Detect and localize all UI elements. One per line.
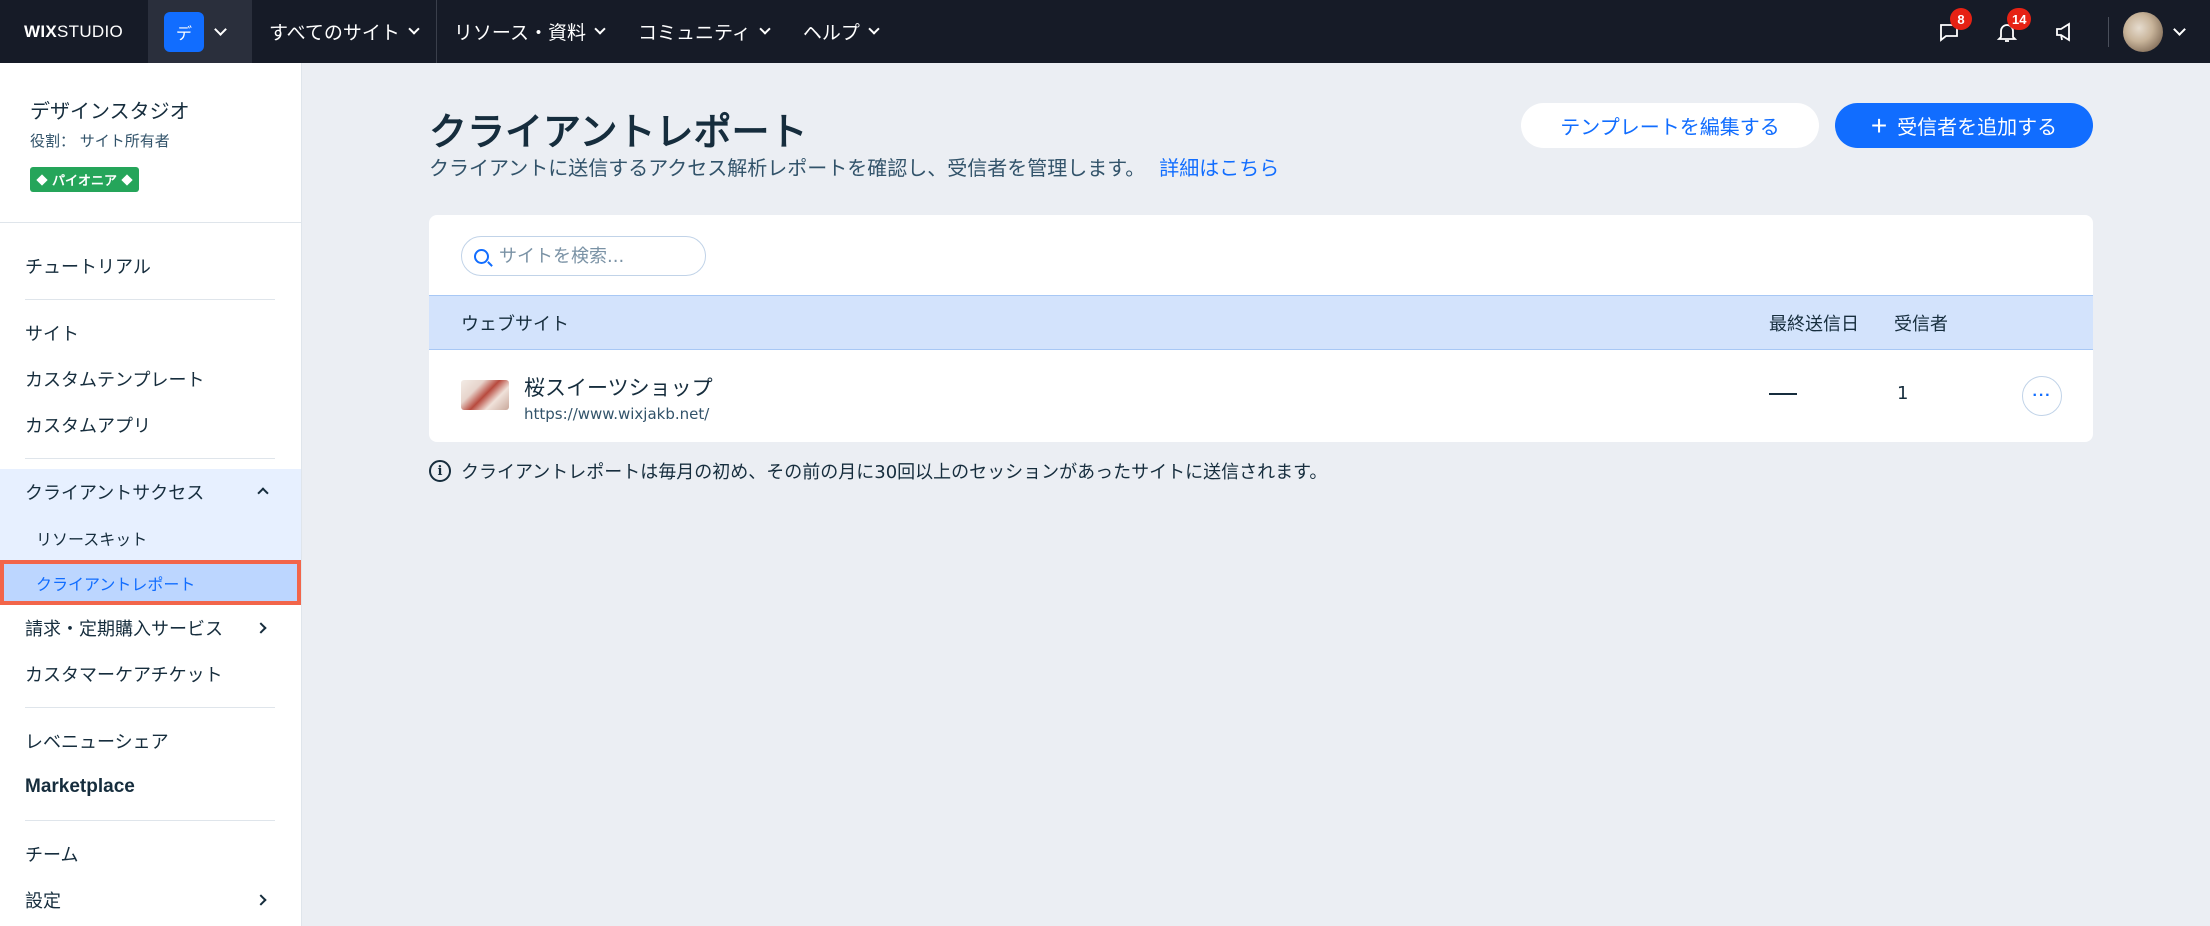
chevron-down-icon [594,23,606,35]
sidebar-item-revenue-share[interactable]: レベニューシェア [0,718,301,764]
sidebar-nav: チュートリアル サイト カスタムテンプレート カスタムアプリ クライアントサクセ… [0,223,301,923]
divider [2108,16,2109,47]
divider [25,820,275,821]
chevron-down-icon [214,22,227,36]
divider [25,707,275,708]
sidebar-item-tutorial[interactable]: チュートリアル [0,243,301,289]
diamond-icon [121,173,133,186]
sidebar-item-client-reports[interactable]: クライアントレポート [0,560,301,605]
nav-help[interactable]: ヘルプ [786,0,895,63]
sidebar-item-settings[interactable]: 設定 [0,877,301,923]
page-title: クライアントレポート [429,110,808,154]
search-input[interactable] [499,245,689,267]
diamond-icon [36,173,48,186]
nav-community[interactable]: コミュニティ [621,0,786,63]
add-recipient-button[interactable]: + 受信者を追加する [1835,103,2093,148]
column-header-last-sent[interactable]: 最終送信日 [1769,310,1859,336]
announcements-button[interactable] [2036,0,2094,63]
column-header-recipients: 受信者 [1894,313,1948,335]
chevron-up-icon [257,487,269,499]
nav-all-sites[interactable]: すべてのサイト [252,0,437,63]
site-thumbnail [461,380,509,410]
top-bar: WIXSTUDIO デ すべてのサイト リソース・資料 コミュニティ ヘルプ 8… [0,0,2210,63]
sidebar: デザインスタジオ 役割： サイト所有者 パイオニア チュートリアル サイト カス… [0,63,302,926]
info-icon: i [429,460,451,482]
last-sent-empty-dash [1769,393,1797,395]
chevron-right-icon [255,622,267,634]
table-header: ウェブサイト 最終送信日 受信者 [429,295,2093,350]
wix-studio-logo[interactable]: WIXSTUDIO [0,22,148,42]
site-name: 桜スイーツショップ [524,376,713,400]
workspace-header: デザインスタジオ 役割： サイト所有者 パイオニア [0,63,301,223]
plus-icon: + [1870,109,1888,141]
sidebar-item-billing[interactable]: 請求・定期購入サービス [0,605,301,651]
chevron-right-icon [255,894,267,906]
pioneer-badge: パイオニア [30,167,140,192]
messages-button[interactable]: 8 [1920,0,1978,63]
avatar [2123,11,2163,52]
top-nav: すべてのサイト リソース・資料 コミュニティ ヘルプ [252,0,895,63]
chevron-down-icon [408,23,420,35]
sidebar-item-custom-apps[interactable]: カスタムアプリ [0,402,301,448]
reports-table-card: ウェブサイト 最終送信日 受信者 桜スイーツショップ https://www.w… [429,215,2093,442]
top-right-actions: 8 14 [1920,0,2210,63]
sidebar-item-team[interactable]: チーム [0,831,301,877]
column-header-website: ウェブサイト [461,313,569,335]
learn-more-link[interactable]: 詳細はこちら [1159,156,1279,180]
recipient-count: 1 [1897,383,1909,404]
edit-template-button[interactable]: テンプレートを編集する [1521,103,1819,148]
nav-resources[interactable]: リソース・資料 [437,0,621,63]
sidebar-item-resource-kit[interactable]: リソースキット [0,515,301,560]
sidebar-item-sites[interactable]: サイト [0,310,301,356]
divider [25,299,275,300]
site-url: https://www.wixjakb.net/ [524,405,710,423]
sidebar-item-custom-templates[interactable]: カスタムテンプレート [0,356,301,402]
chevron-down-icon [759,23,771,35]
workspace-role: 役割： サイト所有者 [30,132,170,150]
account-menu[interactable] [2123,11,2210,52]
messages-badge: 8 [1950,8,1972,30]
info-notice: i クライアントレポートは毎月の初め、その前の月に30回以上のセッションがあった… [429,458,1327,484]
sidebar-item-client-success[interactable]: クライアントサクセス [0,469,301,515]
sidebar-item-marketplace[interactable]: Marketplace [0,764,301,810]
workspace-name: デザインスタジオ [30,99,190,123]
divider [25,458,275,459]
page-subtitle: クライアントに送信するアクセス解析レポートを確認し、受信者を管理します。 詳細はこ… [429,156,1280,180]
more-actions-button[interactable]: ··· [2022,376,2062,416]
search-icon [474,248,489,264]
site-search [461,236,706,276]
table-row[interactable]: 桜スイーツショップ https://www.wixjakb.net/ 1 ··· [429,350,2093,442]
workspace-chip: デ [164,11,204,52]
sidebar-item-customer-care[interactable]: カスタマーケアチケット [0,651,301,697]
notifications-badge: 14 [2007,8,2032,30]
megaphone-icon [2056,21,2070,42]
chevron-down-icon [2173,22,2186,36]
chevron-down-icon [868,23,880,35]
workspace-switcher[interactable]: デ [148,0,252,63]
notifications-button[interactable]: 14 [1978,0,2036,63]
